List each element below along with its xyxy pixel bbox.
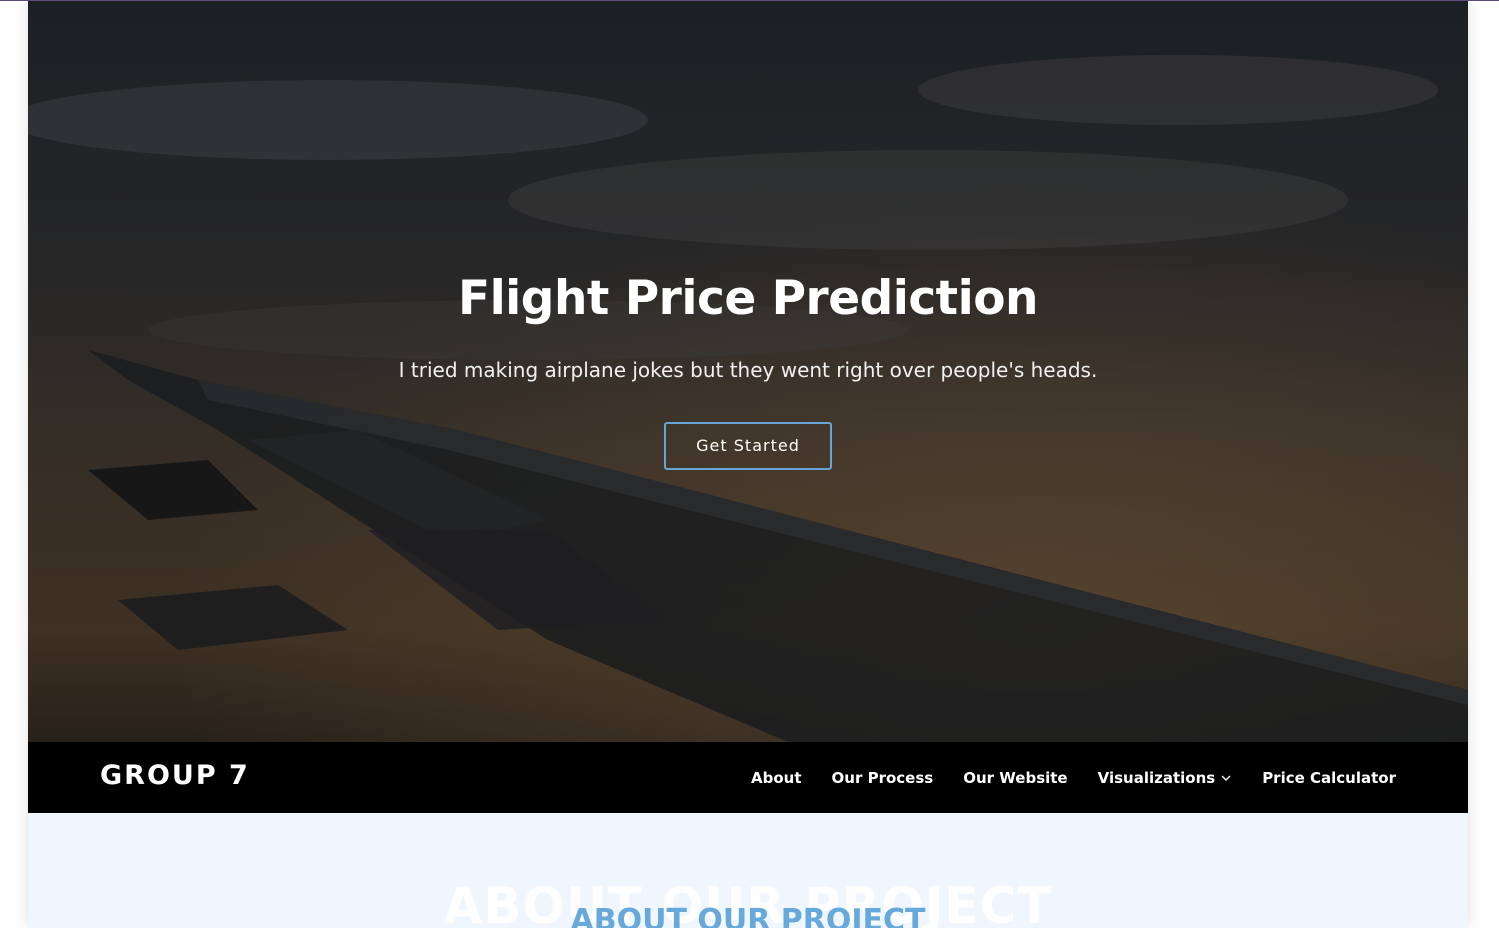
chevron-down-icon: [1221, 775, 1231, 781]
nav-item-label: Visualizations: [1097, 768, 1216, 787]
page: Flight Price Prediction I tried making a…: [28, 0, 1468, 928]
nav-item-visualizations[interactable]: Visualizations: [1098, 769, 1233, 787]
about-title: ABOUT OUR PROJECT: [570, 903, 926, 928]
nav-item-label: Price Calculator: [1262, 768, 1396, 787]
hero-subtitle: I tried making airplane jokes but they w…: [398, 358, 1098, 382]
hero-section: Flight Price Prediction I tried making a…: [28, 0, 1468, 742]
nav-item-label: Our Website: [963, 768, 1068, 787]
nav-item-label: Our Process: [831, 768, 934, 787]
about-section: ABOUT OUR PROJECT ABOUT OUR PROJECT: [28, 813, 1468, 928]
hero-content: Flight Price Prediction I tried making a…: [28, 268, 1468, 470]
nav-item-label: About: [751, 768, 802, 787]
navbar: GROUP 7 About Our Process Our Website Vi…: [28, 742, 1468, 813]
logo[interactable]: GROUP 7: [100, 760, 250, 791]
nav-item-our-website[interactable]: Our Website: [963, 769, 1067, 787]
top-border: [0, 0, 1499, 1]
nav-item-our-process[interactable]: Our Process: [832, 769, 934, 787]
nav-item-price-calculator[interactable]: Price Calculator: [1262, 769, 1396, 787]
nav-menu: About Our Process Our Website Visualizat…: [721, 742, 1396, 813]
hero-title: Flight Price Prediction: [457, 271, 1039, 326]
get-started-button[interactable]: Get Started: [664, 422, 832, 470]
nav-item-about[interactable]: About: [751, 769, 802, 787]
